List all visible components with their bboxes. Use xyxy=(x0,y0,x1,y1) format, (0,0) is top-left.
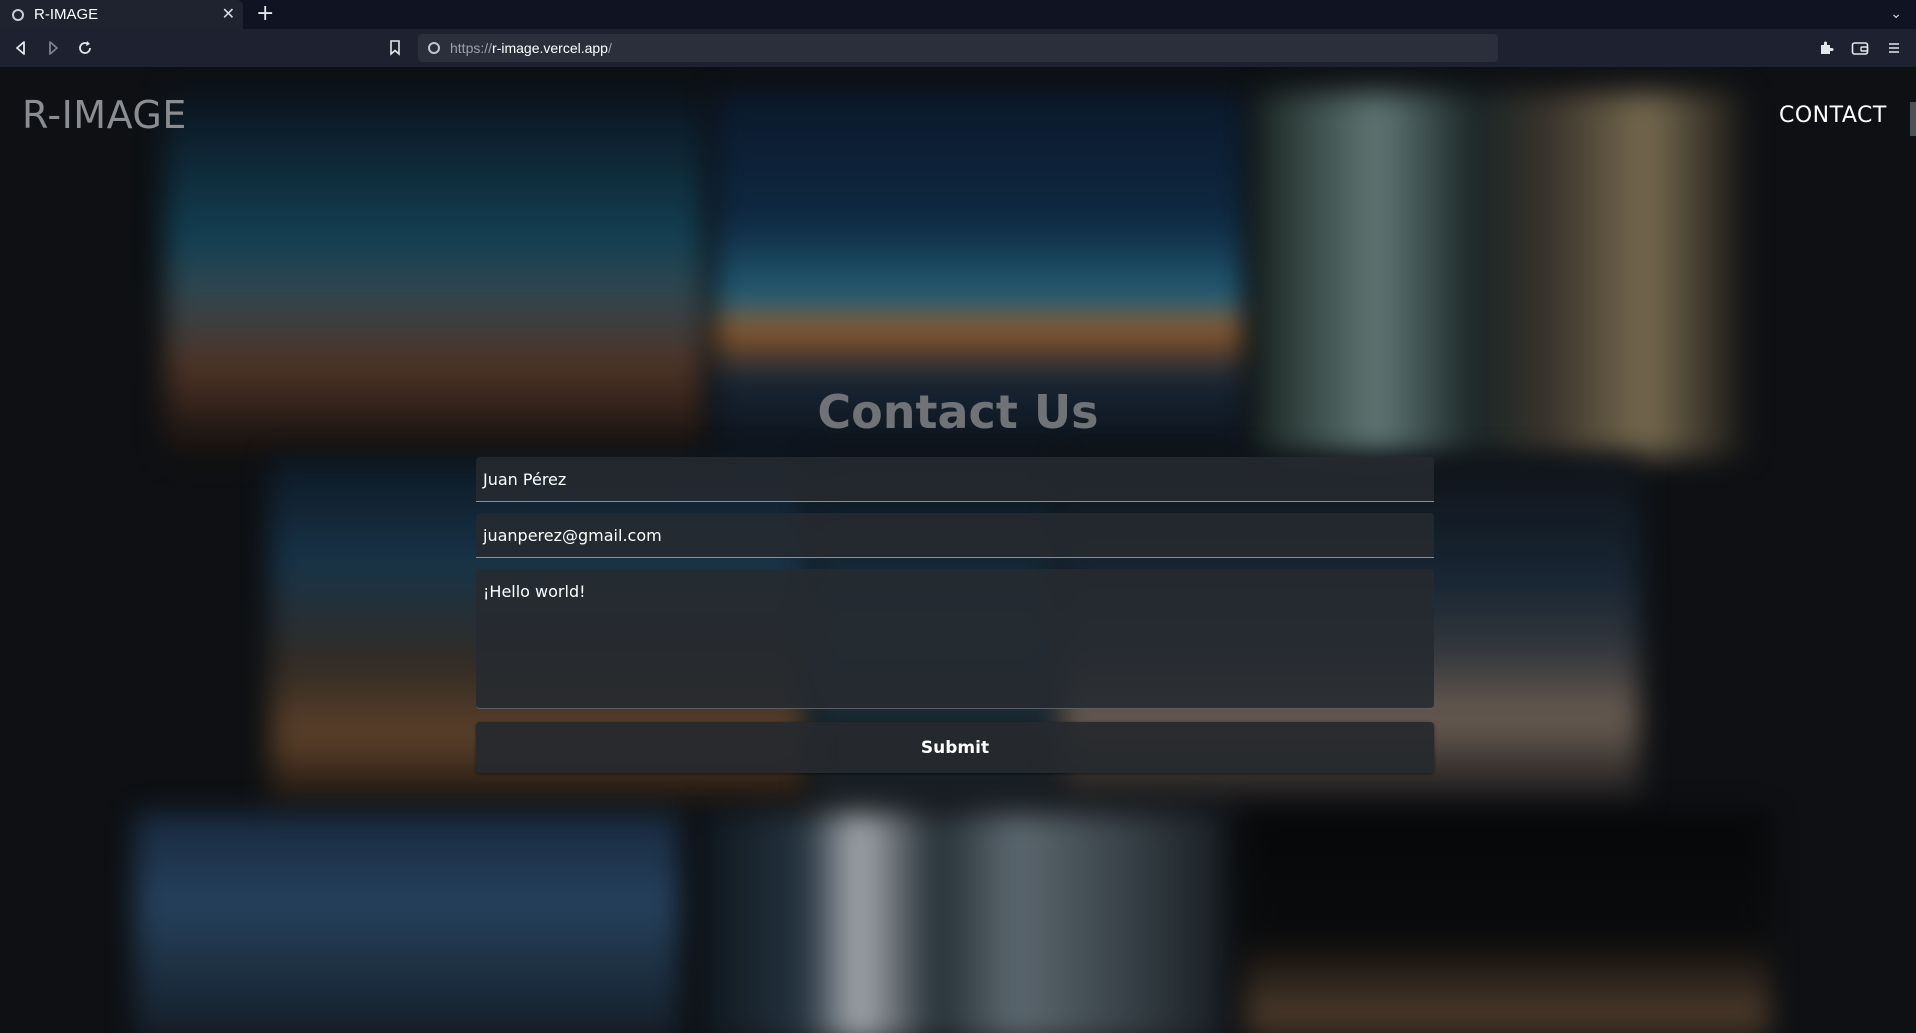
url-scheme: https:// xyxy=(450,40,493,56)
forward-icon[interactable] xyxy=(42,37,64,59)
wallet-icon[interactable] xyxy=(1849,37,1871,59)
name-field[interactable]: Juan Pérez xyxy=(476,457,1434,502)
menu-icon[interactable] xyxy=(1883,37,1905,59)
browser-toolbar: https://r-image.vercel.app / xyxy=(0,29,1916,67)
message-field[interactable]: ¡Hello world! xyxy=(476,569,1434,709)
email-field[interactable]: juanperez@gmail.com xyxy=(476,513,1434,558)
reload-icon[interactable] xyxy=(74,37,96,59)
browser-tab-bar: R-IMAGE ✕ + ⌄ xyxy=(0,0,1916,29)
bookmark-icon[interactable] xyxy=(384,37,406,59)
browser-tab[interactable]: R-IMAGE ✕ xyxy=(0,0,243,29)
background-image xyxy=(700,812,1225,1033)
url-path: / xyxy=(607,40,612,56)
background-image xyxy=(1245,812,1770,1033)
site-info-icon[interactable] xyxy=(428,42,440,54)
nav-link-contact[interactable]: CONTACT xyxy=(1779,103,1887,128)
background-image xyxy=(135,812,680,1033)
page-title: Contact Us xyxy=(817,385,1099,439)
brand-logo[interactable]: R-IMAGE xyxy=(22,93,187,137)
tab-list-chevron-icon[interactable]: ⌄ xyxy=(1890,4,1902,24)
back-icon[interactable] xyxy=(10,37,32,59)
new-tab-icon[interactable]: + xyxy=(256,2,274,26)
page: R-IMAGE CONTACT Contact Us Juan Pérez ju… xyxy=(0,67,1916,1033)
extensions-icon[interactable] xyxy=(1815,37,1837,59)
url-host: r-image.vercel.app xyxy=(492,40,608,56)
scrollbar-thumb[interactable] xyxy=(1910,102,1916,136)
close-tab-icon[interactable]: ✕ xyxy=(222,5,235,23)
loading-spinner-icon xyxy=(12,8,24,21)
submit-button[interactable]: Submit xyxy=(476,722,1434,773)
address-bar[interactable]: https://r-image.vercel.app / xyxy=(418,34,1498,62)
tab-title: R-IMAGE xyxy=(34,6,99,23)
